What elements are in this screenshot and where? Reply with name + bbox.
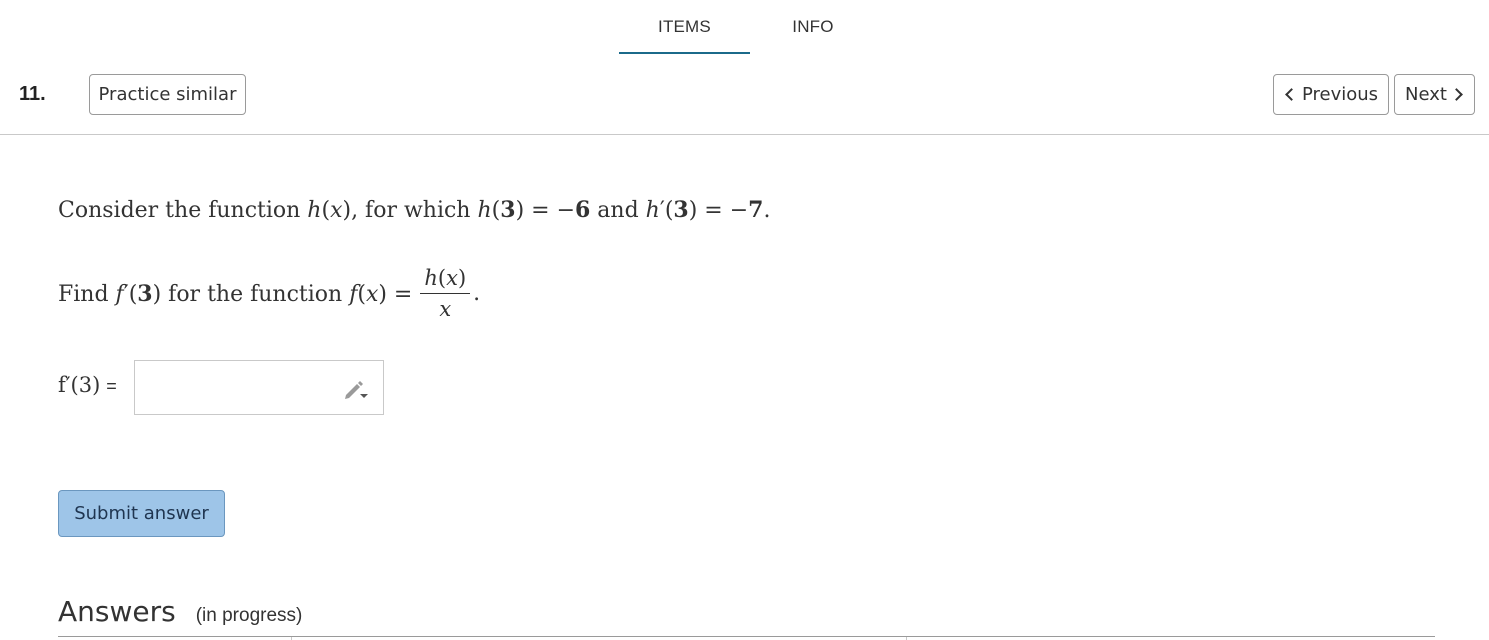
problem-statement-line2: Find f′(3) for the function f(x) = h(x) …	[58, 266, 481, 321]
answer-input[interactable]	[134, 360, 384, 415]
answers-header: Answers (in progress)	[58, 595, 302, 628]
answer-equals: =	[106, 376, 117, 396]
answers-title: Answers	[58, 595, 176, 628]
answers-table	[58, 636, 1435, 640]
answers-status: (in progress)	[195, 605, 303, 626]
pencil-dropdown-icon[interactable]	[343, 377, 369, 401]
tab-items[interactable]: ITEMS	[619, 17, 750, 37]
top-tab-bar: ITEMS INFO	[0, 0, 1489, 56]
chevron-left-icon	[1285, 88, 1298, 101]
next-button[interactable]: Next	[1394, 74, 1475, 115]
tab-info[interactable]: INFO	[748, 17, 878, 37]
previous-button[interactable]: Previous	[1273, 74, 1389, 115]
problem-statement-line1: Consider the function h(x), for which h(…	[58, 197, 771, 223]
fraction-h-over-x: h(x) x	[420, 266, 471, 321]
next-label: Next	[1405, 84, 1447, 105]
submit-answer-button[interactable]: Submit answer	[58, 490, 225, 537]
practice-similar-button[interactable]: Practice similar	[89, 74, 246, 115]
question-header: 11. Practice similar Previous Next	[0, 56, 1489, 135]
answer-variable: f′(3)	[58, 373, 101, 397]
answer-label: f′(3) =	[58, 373, 117, 397]
chevron-right-icon	[1450, 88, 1463, 101]
question-number: 11.	[19, 83, 46, 105]
previous-label: Previous	[1301, 84, 1379, 105]
active-tab-indicator	[619, 52, 750, 54]
